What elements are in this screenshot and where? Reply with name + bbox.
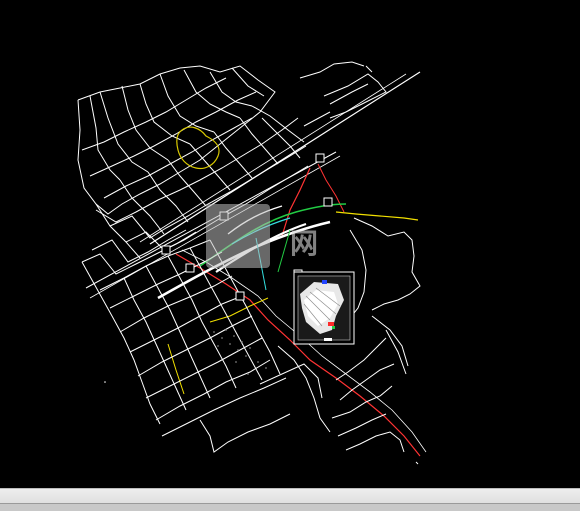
site-plan-inset <box>293 271 355 345</box>
site-plan-drawing[interactable] <box>0 0 580 488</box>
east-yellow-roads <box>167 211 419 395</box>
view-cursor-dot <box>104 381 106 383</box>
pond-outline <box>176 126 220 170</box>
northeast-blocks <box>299 61 387 127</box>
terrain-texture <box>213 329 267 375</box>
north-road-network <box>77 65 309 275</box>
view-cursor-tick <box>415 461 419 465</box>
cad-drawing-canvas[interactable]: 网 <box>0 0 580 510</box>
